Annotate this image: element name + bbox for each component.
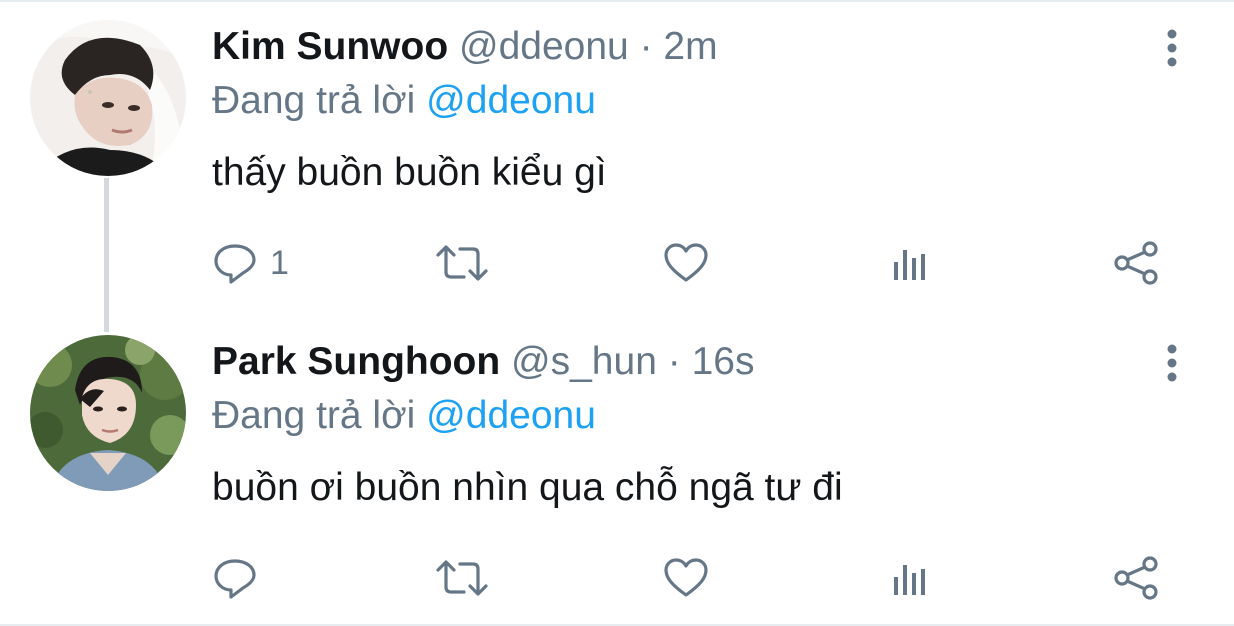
like-icon: [662, 240, 710, 286]
tweet[interactable]: Kim Sunwoo @ddeonu · 2m Đang trả lời @dd…: [0, 0, 1234, 315]
reply-context: Đang trả lời @ddeonu: [212, 78, 596, 124]
reply-prefix: Đang trả lời: [212, 394, 416, 437]
retweet-icon: [434, 555, 490, 601]
reply-icon: [212, 555, 258, 601]
stats-icon: [888, 240, 934, 286]
display-name[interactable]: Park Sunghoon: [212, 340, 500, 383]
reply-button[interactable]: 1: [212, 238, 289, 288]
user-handle[interactable]: @s_hun: [511, 340, 657, 383]
reply-to-handle[interactable]: @ddeonu: [426, 79, 596, 122]
user-handle[interactable]: @ddeonu: [459, 25, 629, 68]
like-button[interactable]: [662, 553, 710, 603]
more-icon[interactable]: [1150, 26, 1194, 70]
tweet-header: Kim Sunwoo @ddeonu · 2m: [212, 24, 718, 70]
tweet-text: thấy buồn buồn kiểu gì: [212, 151, 607, 194]
share-icon: [1112, 240, 1162, 286]
analytics-button[interactable]: [888, 238, 934, 288]
tweet-actions: [0, 553, 1234, 603]
separator-dot: ·: [667, 340, 681, 383]
more-icon[interactable]: [1150, 341, 1194, 385]
display-name[interactable]: Kim Sunwoo: [212, 25, 448, 68]
avatar[interactable]: [30, 335, 186, 491]
reply-button[interactable]: [212, 553, 270, 603]
reply-prefix: Đang trả lời: [212, 79, 416, 122]
reply-count: 1: [270, 244, 289, 282]
separator-dot: ·: [639, 25, 653, 68]
stats-icon: [888, 555, 934, 601]
analytics-button[interactable]: [888, 553, 934, 603]
like-button[interactable]: [662, 238, 710, 288]
timestamp[interactable]: 2m: [663, 25, 717, 68]
tweet[interactable]: Park Sunghoon @s_hun · 16s Đang trả lời …: [0, 315, 1234, 624]
tweet-header: Park Sunghoon @s_hun · 16s: [212, 339, 754, 385]
tweet-actions: 1: [0, 238, 1234, 288]
timestamp[interactable]: 16s: [692, 340, 755, 383]
share-button[interactable]: [1112, 553, 1162, 603]
reply-to-handle[interactable]: @ddeonu: [426, 394, 596, 437]
reply-icon: [212, 240, 258, 286]
tweet-text: buồn ơi buồn nhìn qua chỗ ngã tư đi: [212, 466, 843, 509]
retweet-button[interactable]: [434, 553, 490, 603]
share-icon: [1112, 555, 1162, 601]
retweet-button[interactable]: [434, 238, 490, 288]
reply-context: Đang trả lời @ddeonu: [212, 393, 596, 439]
retweet-icon: [434, 240, 490, 286]
share-button[interactable]: [1112, 238, 1162, 288]
like-icon: [662, 555, 710, 601]
avatar[interactable]: [30, 20, 186, 176]
